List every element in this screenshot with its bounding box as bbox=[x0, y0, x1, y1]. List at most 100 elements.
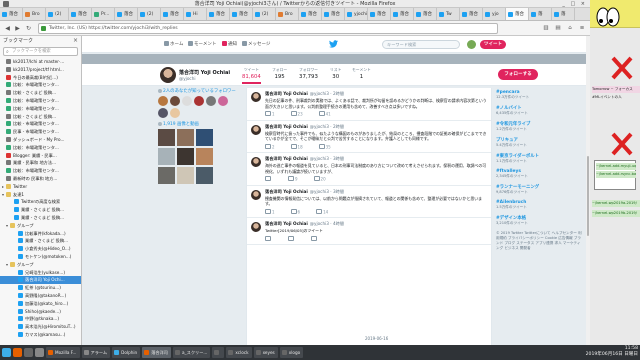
app-launcher-icon[interactable] bbox=[2, 348, 11, 357]
tweet-author[interactable]: 落合洋司 Yoji Ochiai bbox=[265, 221, 308, 226]
tweet[interactable]: 落合洋司 Yoji Ochiai @yjochi3 · 2時間 検察官時代に扱った事… bbox=[247, 121, 491, 153]
follow-button[interactable]: フォローする bbox=[498, 69, 538, 80]
terminal-label[interactable]: ~/kernel-wp2019b-2019/ bbox=[592, 210, 640, 217]
bookmark-item[interactable]: 業績 - さくまど 投稿... bbox=[0, 214, 81, 222]
browser-tab[interactable]: 落合 bbox=[0, 8, 23, 20]
sidebar-toggle-icon[interactable]: ▤ bbox=[554, 24, 562, 32]
terminal-label[interactable]: ~/kernel-add-rsync-bat/ bbox=[596, 171, 636, 178]
taskbar-task[interactable] bbox=[212, 347, 225, 358]
bookmark-item[interactable]: 比較 - 市場政策センタ... bbox=[0, 120, 81, 128]
bookmark-item[interactable]: 最新時の 民事和 地方... bbox=[0, 175, 81, 183]
reply-button[interactable] bbox=[265, 176, 272, 182]
bookmark-item[interactable]: ダッシュボード - My Pro... bbox=[0, 136, 81, 144]
nav-home[interactable]: ホーム bbox=[164, 41, 183, 47]
bookmark-item[interactable]: ▾ グループ bbox=[0, 222, 81, 230]
bookmark-item[interactable]: kk2017/project/tf html... bbox=[0, 66, 81, 74]
like-button[interactable] bbox=[311, 236, 318, 242]
terminal-label[interactable]: ~/kernel-add-myuji-uq4/ bbox=[596, 163, 636, 170]
browser-tab[interactable]: Bro bbox=[23, 8, 46, 20]
tweet-avatar[interactable] bbox=[251, 157, 261, 167]
tweet-avatar[interactable] bbox=[251, 189, 261, 200]
browser-tab[interactable]: 落合 bbox=[115, 8, 138, 20]
retweet-button[interactable]: 9 bbox=[288, 176, 298, 182]
tweet-author[interactable]: 落合洋司 Yoji Ochiai bbox=[265, 156, 308, 161]
trend-item[interactable]: #デザイン本格 3,210件のツイート bbox=[496, 215, 582, 226]
photo-thumbnail[interactable] bbox=[177, 167, 194, 184]
trend-item[interactable]: #pencara 12.3万件のツイート bbox=[496, 90, 582, 100]
twitter-search-input[interactable]: キーワード検索 bbox=[382, 40, 460, 49]
bookmark-item[interactable]: ▾ 友達1 bbox=[0, 191, 81, 199]
trend-item[interactable]: プリキュア 5.4万件のツイート bbox=[496, 137, 582, 148]
tweet-avatar[interactable] bbox=[251, 124, 261, 135]
stat-lists[interactable]: リスト 30 bbox=[330, 67, 341, 80]
bookmark-item[interactable]: 中野(@tknaka...) bbox=[0, 315, 81, 323]
nav-messages[interactable]: メッセージ bbox=[242, 41, 270, 47]
window-controls[interactable]: _ □ × bbox=[562, 1, 587, 7]
bookmark-item[interactable]: 民事 - 市場政策センタ... bbox=[0, 128, 81, 136]
twitter-footer[interactable]: © 2019 Twitter Twitterについて ヘルプセンター 利用規約 … bbox=[496, 231, 582, 251]
tweet-avatar[interactable] bbox=[251, 92, 261, 102]
follower-avatar[interactable] bbox=[158, 96, 168, 106]
tweet-button[interactable]: ツイート bbox=[480, 40, 506, 49]
reply-button[interactable]: 1 bbox=[265, 209, 275, 214]
account-avatar[interactable] bbox=[467, 40, 476, 49]
follower-avatar[interactable] bbox=[194, 96, 204, 106]
bookmark-item[interactable]: 比較 - さくまど 投稿... bbox=[0, 89, 81, 97]
retweet-button[interactable] bbox=[288, 236, 295, 242]
browser-tab[interactable]: 落合 bbox=[391, 8, 414, 20]
like-button[interactable]: 14 bbox=[316, 209, 328, 214]
browser-tab[interactable]: 落 bbox=[552, 8, 575, 20]
bookmark-item[interactable]: 業績 - さくまど 投稿... bbox=[0, 206, 81, 214]
retweet-button[interactable]: 23 bbox=[291, 111, 303, 117]
taskbar-task[interactable]: xlogo bbox=[279, 347, 304, 358]
follower-avatar[interactable] bbox=[170, 96, 180, 106]
photo-thumbnail[interactable] bbox=[158, 148, 175, 165]
bookmark-item[interactable]: kk2017/Ichi at master·... bbox=[0, 58, 81, 66]
browser-tab[interactable]: 落合 bbox=[414, 8, 437, 20]
forward-button[interactable]: ▶ bbox=[13, 24, 22, 33]
bookmark-item[interactable]: カマス(@kamasu...) bbox=[0, 331, 81, 339]
stat-followers[interactable]: フォロワー 37,793 bbox=[299, 67, 318, 80]
tweet-author[interactable]: 落合洋司 Yoji Ochiai bbox=[265, 189, 308, 194]
profile-avatar[interactable] bbox=[159, 66, 177, 84]
bookmark-item[interactable]: ▸ Twitter bbox=[0, 183, 81, 191]
trend-item[interactable]: #東京ライダーボルト 1.1万件のツイート bbox=[496, 153, 582, 164]
desktop-note[interactable]: Tomorrow ~ フォーカス bbox=[592, 86, 640, 93]
bookmark-item[interactable]: 比較：市場政策センタ... bbox=[0, 144, 81, 152]
tweet[interactable]: 落合洋司 Yoji Ochiai @yjochi3 · 3時間 捜査機関の情報発信に… bbox=[247, 186, 491, 218]
bookmark-item[interactable]: ▾ グループ bbox=[0, 261, 81, 269]
scrollbar-thumb[interactable] bbox=[587, 156, 589, 236]
trend-item[interactable]: #Ailenbruch 1.5万件のツイート bbox=[496, 200, 582, 210]
taskbar-task[interactable]: Dolphin bbox=[112, 347, 141, 358]
bookmark-item[interactable]: Shiho(@kaede...) bbox=[0, 308, 81, 316]
bookmark-item[interactable]: Blogger: 業績 - 民事... bbox=[0, 152, 81, 160]
browser-tab[interactable]: 落合 bbox=[161, 8, 184, 20]
browser-tab[interactable]: 落合 bbox=[368, 8, 391, 20]
bookmark-item[interactable]: Twitterの高度な検索 bbox=[0, 198, 81, 206]
bookmark-item[interactable]: 比較 - さくまど 投稿... bbox=[0, 113, 81, 121]
taskbar-task[interactable]: a_スクリー... bbox=[172, 347, 211, 358]
trend-item[interactable]: #令和元年ライブ 1.2万件のツイート bbox=[496, 121, 582, 132]
browser-tab[interactable]: 落合 bbox=[506, 8, 529, 20]
browser-tab[interactable]: Bro bbox=[276, 8, 299, 20]
bookmark-item[interactable]: 業績 - 民事和 地方法... bbox=[0, 159, 81, 167]
bookmark-item[interactable]: 紅茶 (@tsurinu...) bbox=[0, 284, 81, 292]
browser-tab[interactable]: 落 bbox=[529, 8, 552, 20]
tweet-author[interactable]: 落合洋司 Yoji Ochiai bbox=[265, 91, 308, 96]
sidebar-header[interactable]: ブックマーク × bbox=[0, 36, 81, 46]
window-menu-icon[interactable] bbox=[3, 1, 9, 7]
retweet-button[interactable]: 18 bbox=[291, 144, 303, 149]
like-button[interactable]: 35 bbox=[319, 144, 331, 149]
photo-thumbnail[interactable] bbox=[177, 148, 194, 165]
taskbar-task[interactable]: 落合洋司 bbox=[142, 347, 171, 358]
nav-notifications[interactable]: 通知 bbox=[222, 41, 237, 47]
browser-tab[interactable]: 落合 bbox=[299, 8, 322, 20]
tweet[interactable]: 落合洋司 Yoji Ochiai @yjochi3 · 3時間 海外の逃亡事件の報道… bbox=[247, 153, 491, 186]
bookmark-item[interactable]: 兄崎浩生(yulkase...) bbox=[0, 269, 81, 277]
trend-item[interactable]: #ランナーモーニング 9,876件のツイート bbox=[496, 184, 582, 195]
photos-heading[interactable]: 1,919 画像と動画 bbox=[158, 121, 238, 127]
photo-thumbnail[interactable] bbox=[177, 129, 194, 146]
follower-avatar[interactable] bbox=[218, 96, 228, 106]
stat-moments[interactable]: モーメント 1 bbox=[352, 67, 371, 80]
bookmark-item[interactable]: 小倉秀夫(@Hideo_O...) bbox=[0, 245, 81, 253]
